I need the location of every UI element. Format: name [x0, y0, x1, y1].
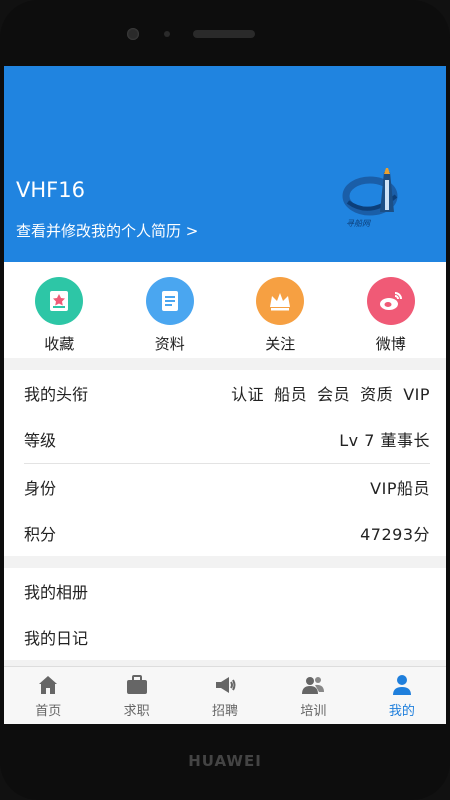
- quick-actions: 收藏 资料 关注 微博: [4, 262, 446, 358]
- title-tag: 认证: [231, 385, 265, 404]
- tab-mine-label: 我的: [388, 704, 415, 719]
- bottom-tab-bar: 首页 求职 招聘 培训 我的: [4, 666, 446, 724]
- tab-jobs[interactable]: 求职: [92, 667, 180, 724]
- quick-weibo-label: 微博: [375, 335, 406, 353]
- level-value: Lv 7 董事长: [339, 431, 430, 450]
- home-icon: [39, 676, 58, 694]
- phone-frame: VHF16 查看并修改我的个人简历 > 寻船网 收藏 资料 关注 微博 我的头衔…: [0, 0, 450, 800]
- quick-follow-label: 关注: [265, 335, 296, 353]
- level-label: 等级: [24, 431, 57, 450]
- person-icon: [392, 675, 411, 695]
- phone-sensors: [0, 24, 450, 44]
- points-label: 积分: [24, 525, 57, 544]
- title-tag: 船员: [274, 385, 308, 404]
- app-screen: VHF16 查看并修改我的个人简历 > 寻船网 收藏 资料 关注 微博 我的头衔…: [4, 66, 446, 724]
- title-tag: VIP: [403, 385, 430, 404]
- crown-icon: [256, 277, 305, 325]
- username: VHF16: [16, 178, 85, 202]
- tab-jobs-label: 求职: [123, 704, 150, 719]
- quick-weibo-button[interactable]: 微博: [336, 262, 447, 358]
- quick-favorites-button[interactable]: 收藏: [4, 262, 115, 358]
- tab-training[interactable]: 培训: [269, 667, 357, 724]
- megaphone-icon: [216, 677, 236, 693]
- album-row[interactable]: 我的相册: [4, 568, 446, 614]
- edit-resume-link[interactable]: 查看并修改我的个人简历 >: [16, 220, 198, 241]
- weibo-icon: [366, 277, 415, 325]
- tab-home-label: 首页: [35, 704, 62, 719]
- quick-follow-button[interactable]: 关注: [225, 262, 336, 358]
- title-tag: 资质: [360, 385, 394, 404]
- level-row[interactable]: 等级 Lv 7 董事长: [4, 416, 446, 462]
- device-brand-logo: HUAWEI: [188, 752, 262, 770]
- diary-row[interactable]: 我的日记: [4, 614, 446, 660]
- points-row[interactable]: 积分 47293分: [4, 510, 446, 556]
- title-row[interactable]: 我的头衔 认证 船员 会员 资质 VIP: [4, 370, 446, 416]
- briefcase-icon: [126, 675, 147, 694]
- tab-home[interactable]: 首页: [4, 667, 92, 724]
- profile-header: VHF16 查看并修改我的个人简历 > 寻船网: [4, 66, 446, 262]
- tab-recruit-label: 招聘: [212, 704, 239, 719]
- tab-recruit[interactable]: 招聘: [181, 667, 269, 724]
- sensor-icon: [164, 31, 170, 37]
- front-camera-icon: [127, 28, 139, 40]
- quick-profile-label: 资料: [154, 335, 185, 353]
- people-icon: [302, 677, 325, 694]
- points-value: 47293分: [360, 525, 430, 544]
- tab-training-label: 培训: [300, 704, 327, 719]
- title-tags: 认证 船员 会员 资质 VIP: [221, 381, 430, 405]
- info-section: 我的头衔 认证 船员 会员 资质 VIP 等级 Lv 7 董事长 身份 VIP船员 积分…: [4, 370, 446, 556]
- earpiece-speaker: [193, 30, 255, 38]
- identity-label: 身份: [24, 479, 57, 498]
- title-tag: 会员: [317, 385, 351, 404]
- menu-section: 我的相册 我的日记: [4, 568, 446, 660]
- logo-text: 寻船网: [346, 219, 371, 228]
- bookmark-icon: [35, 277, 84, 325]
- title-label: 我的头衔: [24, 385, 89, 404]
- tab-mine[interactable]: 我的: [358, 667, 446, 724]
- document-icon: [145, 277, 194, 325]
- quick-profile-button[interactable]: 资料: [115, 262, 226, 358]
- app-logo-icon: 寻船网: [342, 168, 398, 228]
- album-label: 我的相册: [24, 583, 89, 602]
- identity-row[interactable]: 身份 VIP船员: [4, 464, 446, 510]
- quick-favorites-label: 收藏: [44, 335, 75, 353]
- diary-label: 我的日记: [24, 629, 89, 648]
- identity-value: VIP船员: [370, 479, 430, 498]
